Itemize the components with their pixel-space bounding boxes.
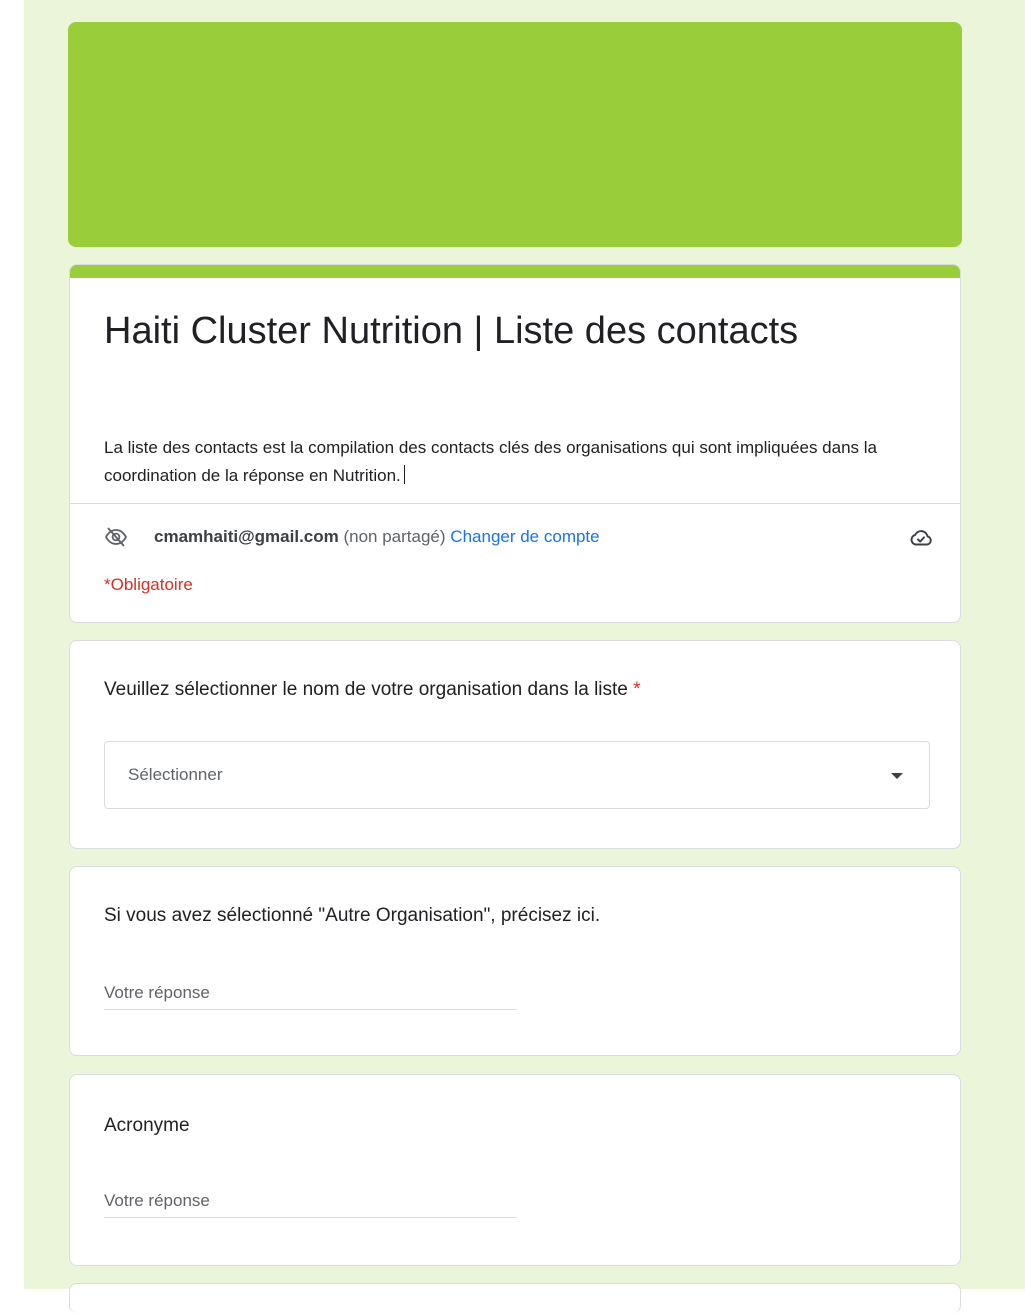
other-organisation-input[interactable] <box>104 977 517 1010</box>
cloud-check-icon[interactable] <box>908 525 934 551</box>
question-label-text: Veuillez sélectionner le nom de votre or… <box>104 679 628 700</box>
form-title: Haiti Cluster Nutrition | Liste des cont… <box>104 310 799 352</box>
acronym-input[interactable] <box>104 1185 517 1218</box>
dropdown-arrow-icon <box>891 773 903 779</box>
form-description: La liste des contacts est la compilation… <box>104 434 894 490</box>
dropdown-selected-value: Sélectionner <box>128 765 223 784</box>
organisation-dropdown[interactable]: Sélectionner <box>104 741 930 809</box>
question-label: Si vous avez sélectionné "Autre Organisa… <box>104 905 601 926</box>
switch-account-link[interactable]: Changer de compte <box>450 527 599 546</box>
question-card-next <box>69 1283 961 1313</box>
question-card-other-organisation: Si vous avez sélectionné "Autre Organisa… <box>69 866 961 1056</box>
eye-off-icon <box>104 527 128 547</box>
question-card-organisation: Veuillez sélectionner le nom de votre or… <box>69 640 961 849</box>
required-note: *Obligatoire <box>104 575 193 594</box>
form-title-card: Haiti Cluster Nutrition | Liste des cont… <box>69 264 961 623</box>
question-card-acronym: Acronyme <box>69 1074 961 1266</box>
card-divider <box>70 503 960 504</box>
question-label: Acronyme <box>104 1115 190 1136</box>
text-cursor <box>403 465 405 484</box>
account-share-status: (non partagé) <box>343 527 446 546</box>
account-email: cmamhaiti@gmail.com <box>154 527 339 546</box>
header-banner <box>68 22 962 247</box>
question-label: Veuillez sélectionner le nom de votre or… <box>104 679 641 701</box>
title-card-accent-bar <box>70 265 960 278</box>
account-row: cmamhaiti@gmail.com (non partagé) Change… <box>104 523 934 553</box>
required-asterisk: * <box>633 679 641 700</box>
form-description-text: La liste des contacts est la compilation… <box>104 438 877 485</box>
account-info: cmamhaiti@gmail.com (non partagé) Change… <box>154 527 600 547</box>
